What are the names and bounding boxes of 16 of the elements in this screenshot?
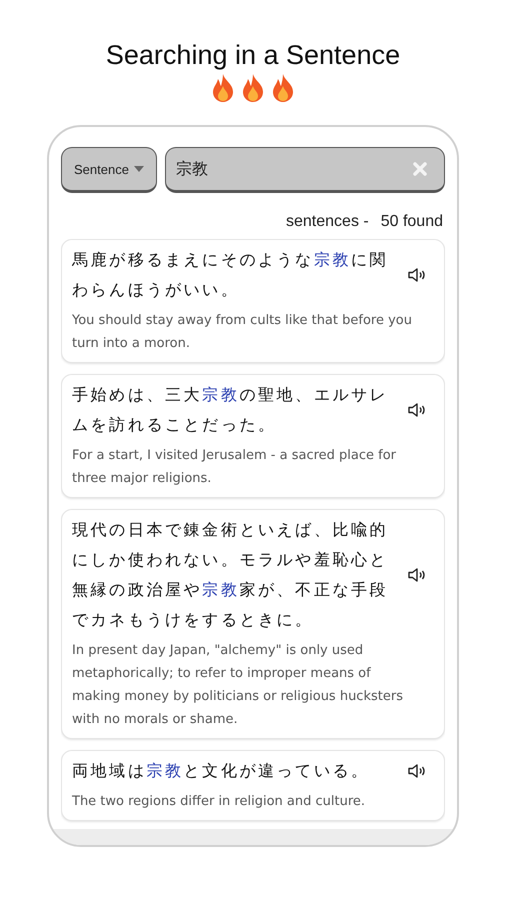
- english-translation: For a start, I visited Jerusalem - a sacred place for three major religions.: [72, 447, 398, 488]
- page-title: Searching in a Sentence: [106, 40, 400, 71]
- results-label: sentences -: [286, 213, 369, 231]
- japanese-sentence: 現代の日本で錬金術といえば、比喩的にしか使われない。モラルや羞恥心と無縁の政治屋や 宗教 家が、不正な手段でカネもうけをするときに。: [72, 519, 390, 631]
- japanese-sentence: 馬鹿が移るまえにそのような 宗教 に関わらんほうがいい。: [72, 249, 390, 301]
- mode-dropdown[interactable]: Sentence: [61, 147, 157, 193]
- results-count: 50 found: [380, 213, 443, 231]
- english-translation: The two regions differ in religion and culture.: [72, 793, 366, 811]
- english-translation: You should stay away from cults like that before you turn into a moron.: [72, 312, 413, 353]
- english-translation: In present day Japan, "alchemy" is only used metaphorically; to refer to improper means of making money by politicians or religious hucksters with no morals or shame.: [72, 642, 404, 729]
- japanese-sentence: 手始めは、三大 宗教 の聖地、エルサレムを訪れることだった。: [72, 384, 390, 436]
- sentence-card[interactable]: 両地域は 宗教 と文化が違っている。 The two regions differ in religion and culture.: [61, 750, 445, 821]
- sentence-card[interactable]: 馬鹿が移るまえにそのような 宗教 に関わらんほうがいい。 You should stay away from cults like that before you turn into a moron.: [61, 239, 445, 363]
- japanese-sentence: 両地域は 宗教 と文化が違っている。: [72, 760, 371, 782]
- search-field[interactable]: 宗教: [164, 147, 445, 193]
- sentence-card[interactable]: 手始めは、三大 宗教 の聖地、エルサレムを訪れることだった。 For a start, I visited Jerusalem - a sacred place for three major religions.: [61, 374, 445, 498]
